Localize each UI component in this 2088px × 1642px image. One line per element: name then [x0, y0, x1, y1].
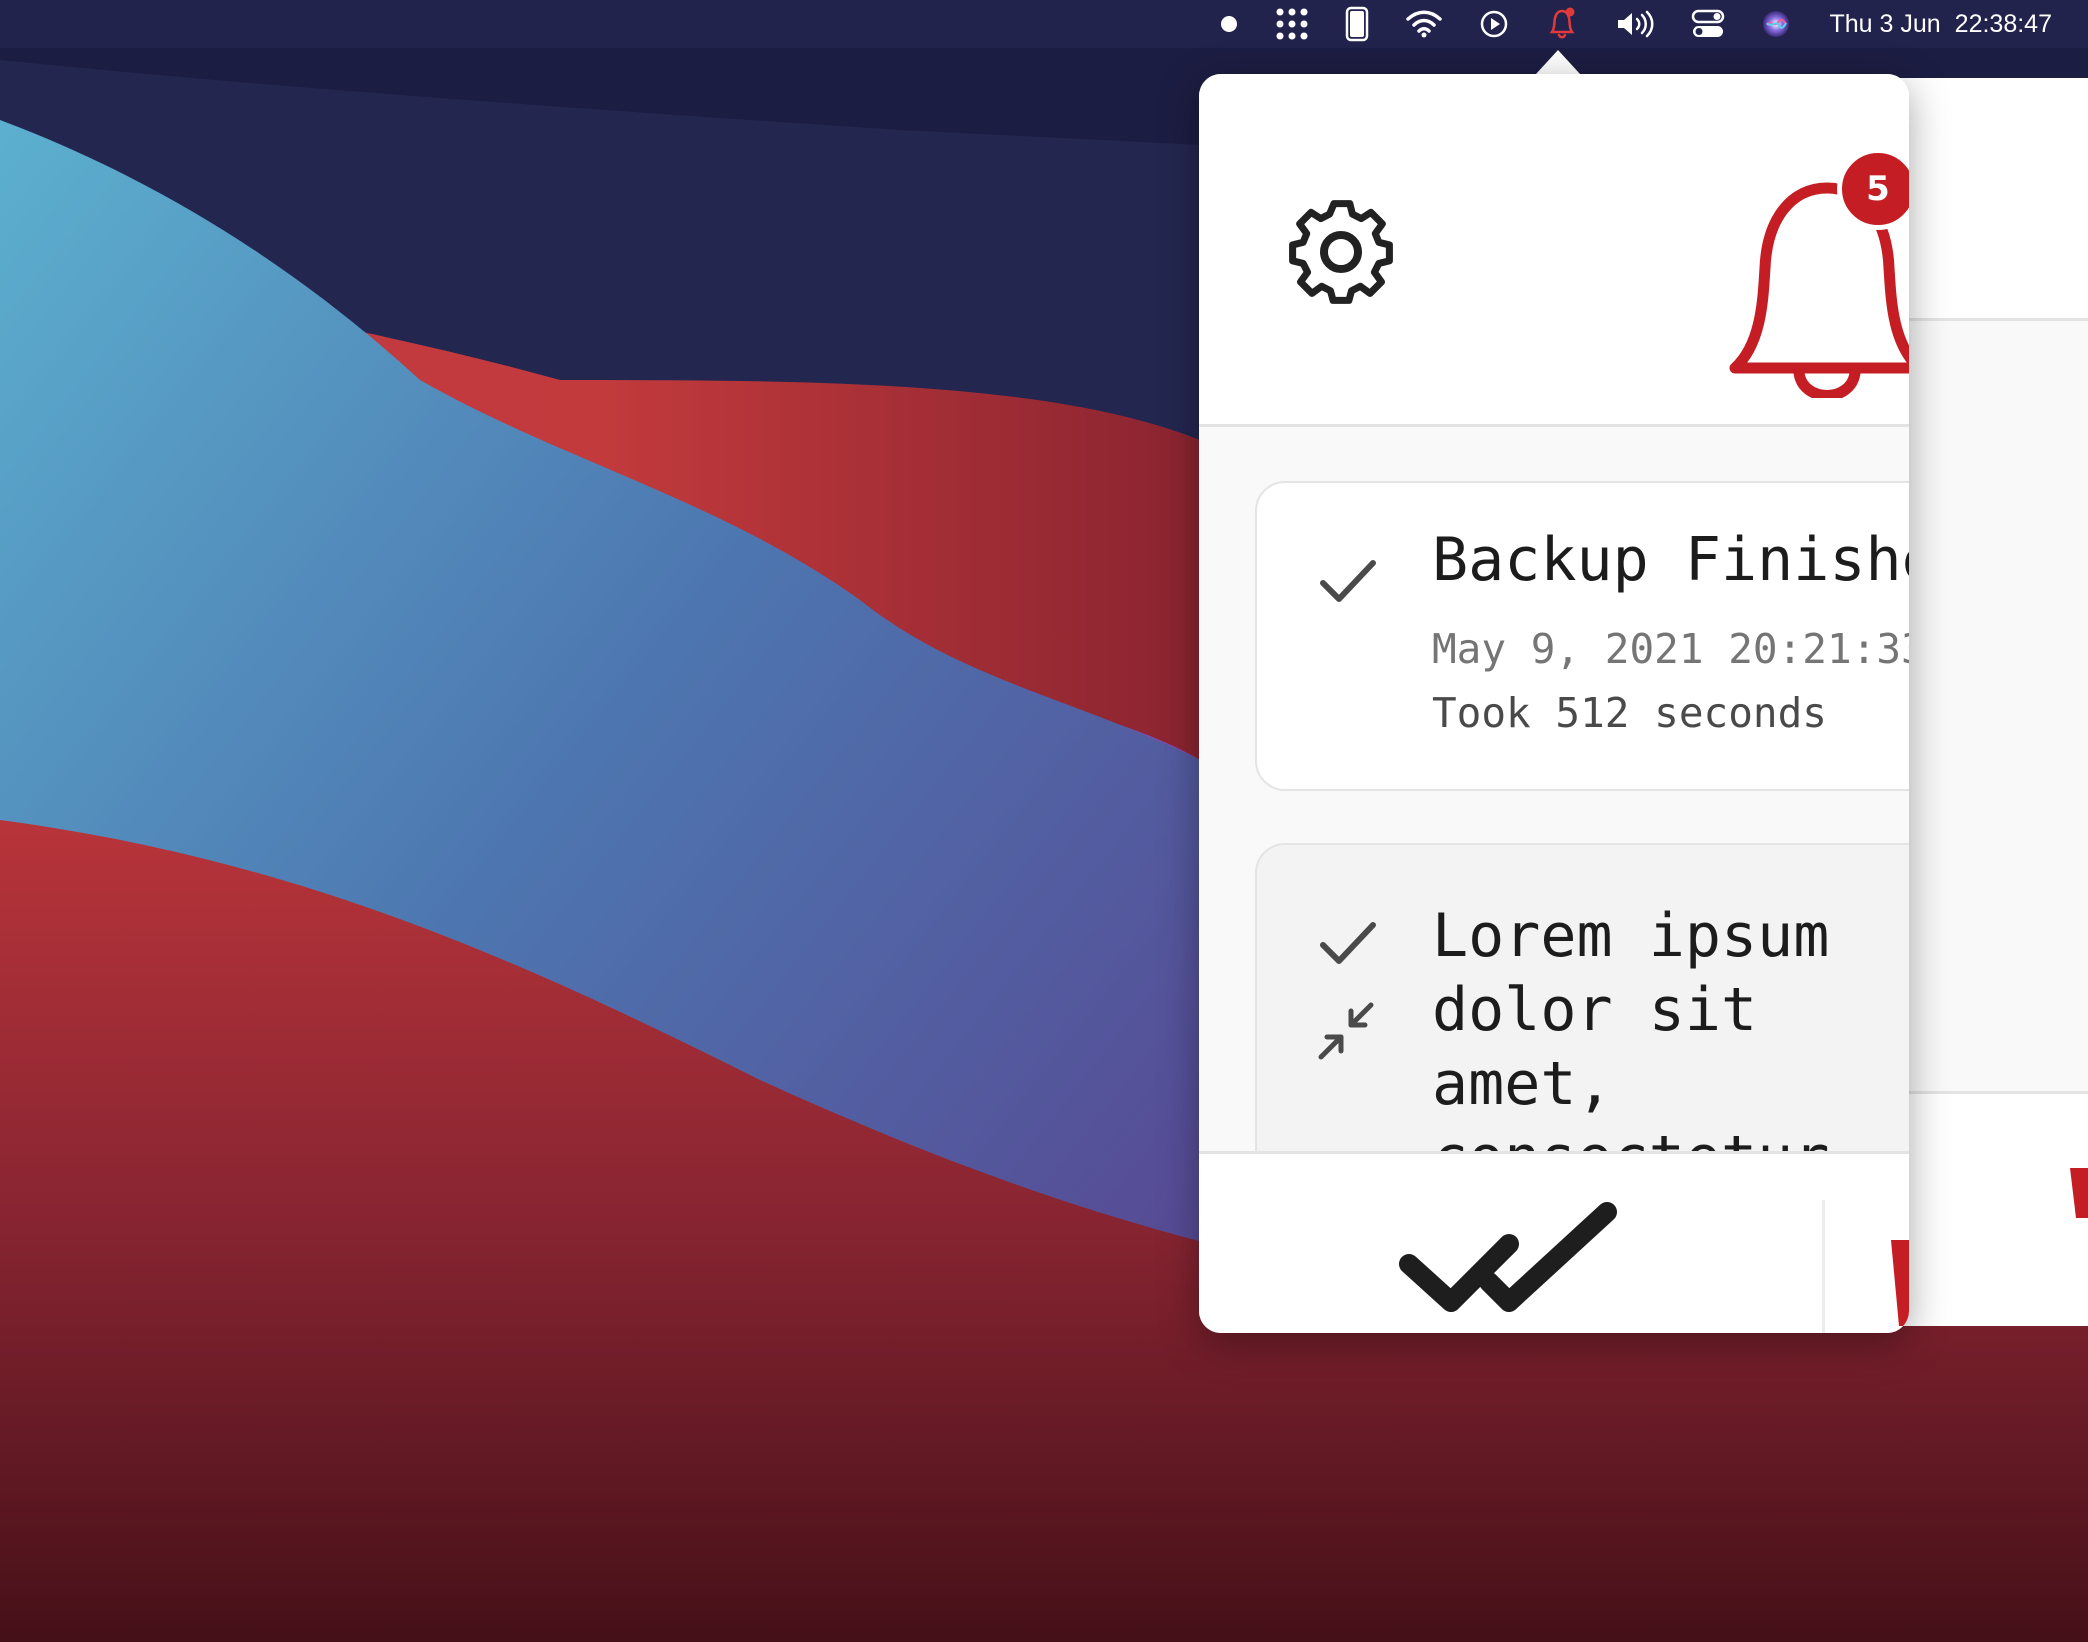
siri-icon[interactable] — [1761, 0, 1791, 48]
volume-icon[interactable] — [1615, 0, 1655, 48]
notification-card[interactable]: Lorem ipsum dolor sit amet, consectetur … — [1255, 843, 1909, 1151]
notification-bell-icon[interactable] — [1545, 0, 1579, 48]
menu-bar-date: Thu 3 Jun — [1829, 9, 1941, 38]
unread-count-badge: 5 — [1837, 148, 1909, 230]
wifi-icon[interactable] — [1405, 0, 1443, 48]
double-check-icon — [1399, 1202, 1617, 1312]
notification-body: Lorem ipsum dolor sit amet, consectetur … — [1432, 901, 1830, 1151]
notification-timestamp: May 9, 2021 20:21:33 - 4 mo — [1432, 625, 1909, 673]
notification-detail: Took 512 seconds — [1432, 689, 1827, 737]
popover-footer — [1199, 1151, 1909, 1333]
popover-arrow — [1536, 50, 1580, 74]
notification-center-bell: 5 — [1707, 128, 1909, 401]
footer-divider — [1822, 1200, 1825, 1333]
checkmark-icon[interactable] — [1313, 547, 1383, 617]
trash-icon[interactable] — [1889, 1230, 1909, 1330]
play-circle-icon[interactable] — [1479, 0, 1509, 48]
dot-indicator-icon[interactable] — [1219, 0, 1239, 48]
menu-bar-clock[interactable]: Thu 3 Jun 22:38:47 — [1829, 10, 2052, 39]
menu-bar-time: 22:38:47 — [1954, 9, 2052, 38]
background-window — [1900, 78, 2088, 1326]
mark-all-read-button[interactable] — [1389, 1202, 1629, 1333]
notification-card[interactable]: Backup Finished May 9, 2021 20:21:33 - 4… — [1255, 481, 1909, 791]
notifications-popover: 5 Backup Finished May 9, 2021 20:21:33 -… — [1199, 74, 1909, 1333]
battery-icon[interactable] — [1345, 0, 1369, 48]
popover-header: 5 — [1199, 74, 1909, 424]
notification-list[interactable]: Backup Finished May 9, 2021 20:21:33 - 4… — [1199, 427, 1909, 1151]
notification-title: Backup Finished — [1432, 525, 1909, 595]
background-window-edge-icon — [1900, 318, 2088, 1218]
checkmark-icon[interactable] — [1313, 909, 1383, 979]
gear-icon — [1289, 200, 1393, 304]
menu-bar: Thu 3 Jun 22:38:47 — [0, 0, 2088, 48]
grid-dots-icon[interactable] — [1275, 0, 1309, 48]
control-center-icon[interactable] — [1691, 0, 1725, 48]
collapse-icon[interactable] — [1313, 995, 1383, 1065]
settings-button[interactable] — [1281, 192, 1401, 312]
